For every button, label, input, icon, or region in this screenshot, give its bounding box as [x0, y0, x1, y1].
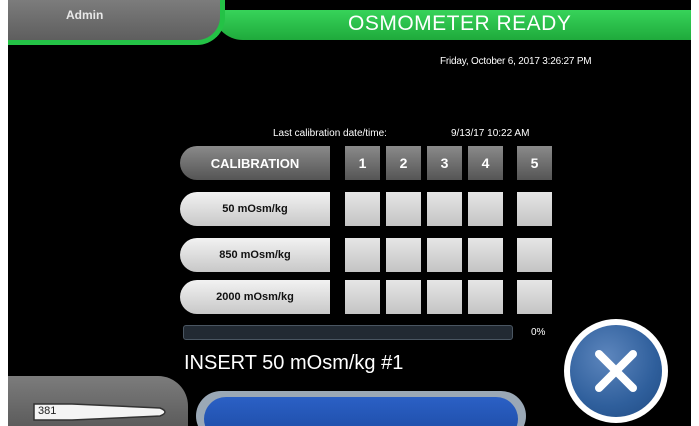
result-cell [386, 192, 421, 226]
result-cell [345, 192, 380, 226]
column-header-4: 4 [468, 146, 503, 180]
column-header-2: 2 [386, 146, 421, 180]
standard-2000-button[interactable]: 2000 mOsm/kg [180, 280, 330, 314]
close-button[interactable] [564, 319, 668, 423]
progress-percent: 0% [531, 327, 546, 338]
result-cell [427, 238, 462, 272]
last-calibration-label: Last calibration date/time: [273, 128, 387, 139]
result-cell [427, 192, 462, 226]
result-cell [468, 192, 503, 226]
calibration-header: CALIBRATION [180, 146, 330, 180]
result-cell [517, 280, 552, 314]
result-cell [468, 280, 503, 314]
progress-bar [183, 325, 513, 340]
column-header-3: 3 [427, 146, 462, 180]
datetime-text: Friday, October 6, 2017 3:26:27 PM [440, 56, 592, 67]
instruction-text: INSERT 50 mOsm/kg #1 [184, 352, 404, 374]
column-header-1: 1 [345, 146, 380, 180]
result-cell [386, 238, 421, 272]
osmometer-screen: OSMOMETER READY Admin Friday, October 6,… [8, 0, 691, 426]
result-cell [345, 238, 380, 272]
status-text: OSMOMETER READY [348, 12, 572, 35]
result-cell [345, 280, 380, 314]
result-cell [517, 238, 552, 272]
standard-50-button[interactable]: 50 mOsm/kg [180, 192, 330, 226]
result-cell [386, 280, 421, 314]
admin-tab[interactable]: Admin [8, 0, 225, 45]
close-x-icon [595, 350, 637, 392]
last-calibration-value: 9/13/17 10:22 AM [451, 128, 530, 139]
result-cell [468, 238, 503, 272]
admin-label: Admin [66, 8, 104, 22]
bottom-action-button[interactable] [196, 391, 526, 426]
column-header-5: 5 [517, 146, 552, 180]
result-cell [517, 192, 552, 226]
close-button-face [570, 325, 662, 417]
bottom-action-button-face [204, 397, 518, 426]
standard-850-button[interactable]: 850 mOsm/kg [180, 238, 330, 272]
result-cell [427, 280, 462, 314]
sample-count: 381 [38, 405, 57, 417]
